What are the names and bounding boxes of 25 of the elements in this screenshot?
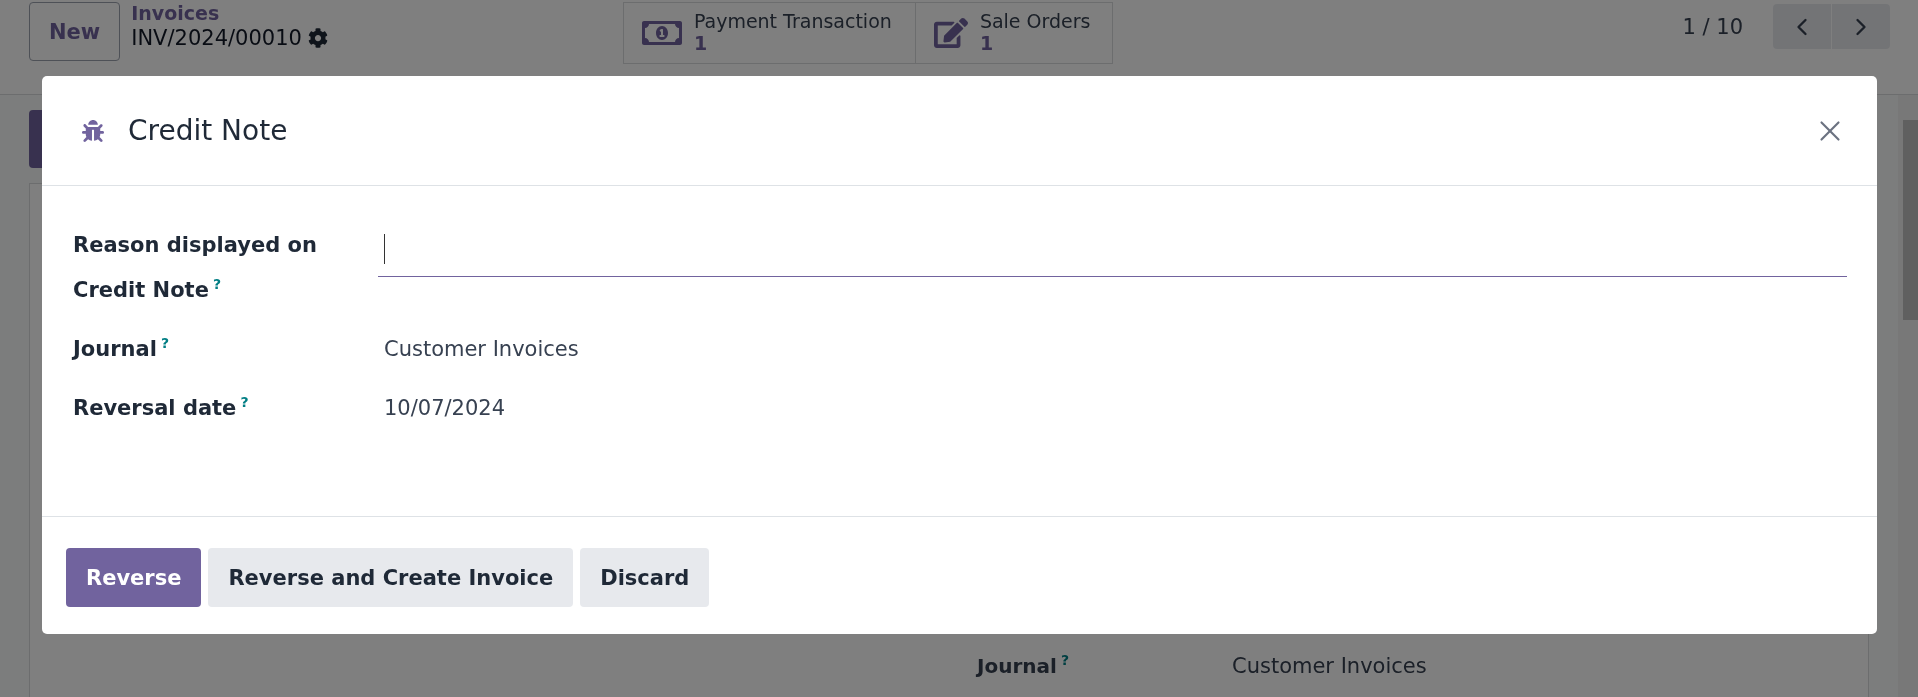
help-tooltip-icon[interactable]: ? [212,276,221,292]
scrollbar[interactable] [1898,95,1918,697]
field-label: Journal $^{?}$ [977,652,1070,678]
smart-button[interactable]: Payment Transaction 1 [622,2,916,64]
help-tooltip-icon[interactable]: ? [1060,652,1069,668]
smart-button[interactable]: Sale Orders 1 [915,2,1113,64]
dialog-title: Credit Note [128,114,288,147]
settings-icon[interactable] [307,28,328,48]
bug-icon [82,119,104,142]
edit-icon [933,16,968,50]
help-tooltip-icon[interactable]: ? [240,394,249,410]
field-value: Customer Invoices [383,336,579,363]
help-tooltip-icon[interactable]: ? [160,335,169,351]
breadcrumb-link[interactable]: Invoices [131,2,328,24]
secondary-button[interactable]: Discard [580,548,710,607]
field-label: Journal $^{?}$ [73,334,170,363]
field-label: Reason displayed on Credit Note $^{?}$ [73,232,318,304]
field-value: Customer Invoices [1232,653,1427,678]
secondary-button[interactable]: Reverse and Create Invoice [208,548,574,607]
new-button[interactable]: New [29,2,121,61]
field-label: Reversal date $^{?}$ [73,393,250,422]
record-name: INV/2024/00010 [131,26,302,50]
primary-button[interactable]: Reverse [66,548,202,607]
field-value: 10/07/2024 [383,395,506,422]
pager-value: 1 / 10 [1682,14,1743,39]
